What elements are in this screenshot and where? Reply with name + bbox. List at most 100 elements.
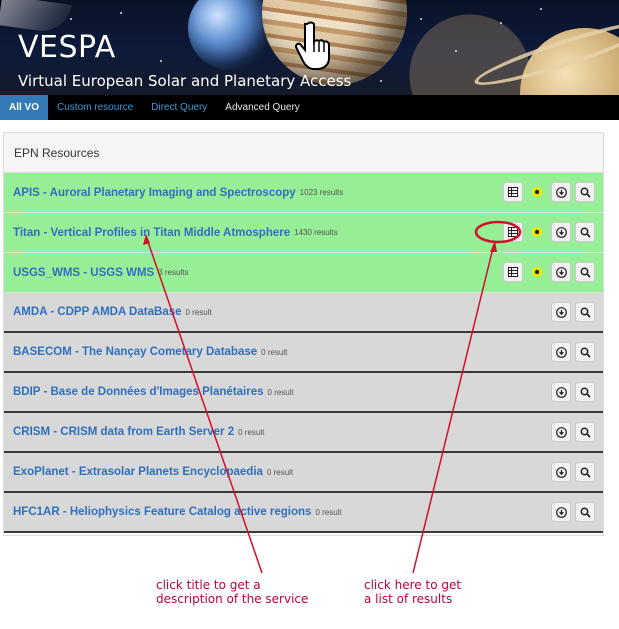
resource-row: ExoPlanet - Extrasolar Planets Encyclopa… bbox=[4, 453, 603, 493]
download-button[interactable] bbox=[551, 502, 571, 522]
row-actions bbox=[503, 222, 595, 242]
resource-title-link[interactable]: ExoPlanet - Extrasolar Planets Encyclopa… bbox=[13, 466, 263, 478]
download-icon bbox=[555, 346, 567, 358]
result-count: 0 result bbox=[315, 507, 342, 517]
tab-direct-query[interactable]: Direct Query bbox=[142, 95, 216, 120]
download-icon bbox=[555, 186, 567, 198]
vespa-banner: VESPA Virtual European Solar and Planeta… bbox=[0, 0, 619, 95]
star bbox=[420, 18, 422, 20]
result-count: 3 results bbox=[158, 268, 189, 277]
epn-resources-panel: EPN Resources APIS - Auroral Planetary I… bbox=[3, 132, 604, 536]
resource-row: HFC1AR - Heliophysics Feature Catalog ac… bbox=[4, 493, 603, 533]
star bbox=[500, 22, 502, 24]
search-button[interactable] bbox=[575, 382, 595, 402]
search-button[interactable] bbox=[575, 422, 595, 442]
search-icon bbox=[580, 267, 591, 278]
resource-title-link[interactable]: AMDA - CDPP AMDA DataBase bbox=[13, 306, 181, 318]
resource-title-link[interactable]: Titan - Vertical Profiles in Titan Middl… bbox=[13, 227, 290, 239]
result-count: 0 result bbox=[267, 387, 294, 397]
download-button[interactable] bbox=[551, 422, 571, 442]
download-button[interactable] bbox=[551, 182, 571, 202]
result-count: 0 result bbox=[238, 427, 265, 437]
row-actions bbox=[551, 382, 595, 402]
download-icon bbox=[555, 226, 567, 238]
row-actions bbox=[551, 302, 595, 322]
search-button[interactable] bbox=[575, 302, 595, 322]
resource-title-link[interactable]: USGS_WMS - USGS WMS bbox=[13, 267, 154, 279]
tab-custom-resource[interactable]: Custom resource bbox=[48, 95, 142, 120]
yellow-dot-icon bbox=[531, 186, 543, 198]
banner-subtitle: Virtual European Solar and Planetary Acc… bbox=[18, 72, 352, 90]
resource-title-link[interactable]: HFC1AR - Heliophysics Feature Catalog ac… bbox=[13, 506, 311, 518]
search-icon bbox=[580, 507, 591, 518]
star bbox=[380, 80, 382, 82]
result-count: 1430 results bbox=[294, 228, 338, 237]
download-icon bbox=[555, 506, 567, 518]
yellow-dot-button[interactable] bbox=[527, 262, 547, 282]
row-actions bbox=[551, 422, 595, 442]
table-button[interactable] bbox=[503, 262, 523, 282]
search-button[interactable] bbox=[575, 222, 595, 242]
search-button[interactable] bbox=[575, 462, 595, 482]
yellow-dot-icon bbox=[531, 226, 543, 238]
result-count: 0 result bbox=[266, 467, 294, 477]
download-button[interactable] bbox=[551, 382, 571, 402]
resource-row: AMDA - CDPP AMDA DataBase 0 result bbox=[4, 293, 603, 333]
download-button[interactable] bbox=[551, 342, 571, 362]
resource-title-link[interactable]: CRISM - CRISM data from Earth Server 2 bbox=[13, 426, 234, 438]
yellow-dot-icon bbox=[531, 266, 543, 278]
annotation-title-hint: click title to get a description of the … bbox=[156, 578, 309, 606]
download-icon bbox=[555, 266, 567, 278]
search-button[interactable] bbox=[575, 502, 595, 522]
row-actions bbox=[551, 462, 595, 482]
download-icon bbox=[555, 466, 567, 478]
search-icon bbox=[580, 307, 591, 318]
star bbox=[540, 8, 542, 10]
tab-all-vo[interactable]: All VO bbox=[0, 95, 49, 120]
earth-graphic bbox=[188, 0, 272, 70]
main-nav: All VO Custom resource Direct Query Adva… bbox=[0, 95, 619, 120]
search-button[interactable] bbox=[575, 342, 595, 362]
search-button[interactable] bbox=[575, 182, 595, 202]
download-button[interactable] bbox=[551, 462, 571, 482]
table-button[interactable] bbox=[503, 182, 523, 202]
star bbox=[120, 12, 122, 14]
result-count: 0 result bbox=[185, 307, 212, 317]
table-icon bbox=[508, 187, 518, 197]
search-icon bbox=[580, 467, 591, 478]
download-button[interactable] bbox=[551, 302, 571, 322]
row-actions bbox=[551, 342, 595, 362]
yellow-dot-button[interactable] bbox=[527, 182, 547, 202]
table-button[interactable] bbox=[503, 222, 523, 242]
search-icon bbox=[580, 187, 591, 198]
annotation-results-hint: click here to get a list of results bbox=[364, 578, 462, 606]
star bbox=[70, 18, 72, 20]
resource-title-link[interactable]: APIS - Auroral Planetary Imaging and Spe… bbox=[13, 187, 296, 199]
table-icon bbox=[508, 267, 518, 277]
download-icon bbox=[555, 386, 567, 398]
download-button[interactable] bbox=[551, 222, 571, 242]
resource-title-link[interactable]: BDIP - Base de Données d'Images Planétai… bbox=[13, 386, 264, 398]
result-count: 1023 results bbox=[299, 188, 344, 197]
download-icon bbox=[555, 306, 567, 318]
result-count: 0 result bbox=[261, 347, 288, 357]
resource-row: Titan - Vertical Profiles in Titan Middl… bbox=[4, 213, 603, 253]
download-icon bbox=[555, 426, 567, 438]
resource-row: BASECOM - The Nançay Cometary Database 0 … bbox=[4, 333, 603, 373]
banner-title: VESPA bbox=[18, 30, 116, 65]
tab-advanced-query[interactable]: Advanced Query bbox=[216, 95, 309, 120]
search-button[interactable] bbox=[575, 262, 595, 282]
search-icon bbox=[580, 227, 591, 238]
hand-pointer-icon bbox=[294, 21, 330, 70]
yellow-dot-button[interactable] bbox=[527, 222, 547, 242]
resource-title-link[interactable]: BASECOM - The Nançay Cometary Database bbox=[13, 346, 257, 358]
resource-row: BDIP - Base de Données d'Images Planétai… bbox=[4, 373, 603, 413]
resource-row: CRISM - CRISM data from Earth Server 2 0 … bbox=[4, 413, 603, 453]
star bbox=[455, 50, 457, 52]
resource-list: APIS - Auroral Planetary Imaging and Spe… bbox=[4, 173, 603, 533]
resource-row: APIS - Auroral Planetary Imaging and Spe… bbox=[4, 173, 603, 213]
search-icon bbox=[580, 387, 591, 398]
resource-row: USGS_WMS - USGS WMS 3 results bbox=[4, 253, 603, 293]
row-actions bbox=[503, 182, 595, 202]
download-button[interactable] bbox=[551, 262, 571, 282]
